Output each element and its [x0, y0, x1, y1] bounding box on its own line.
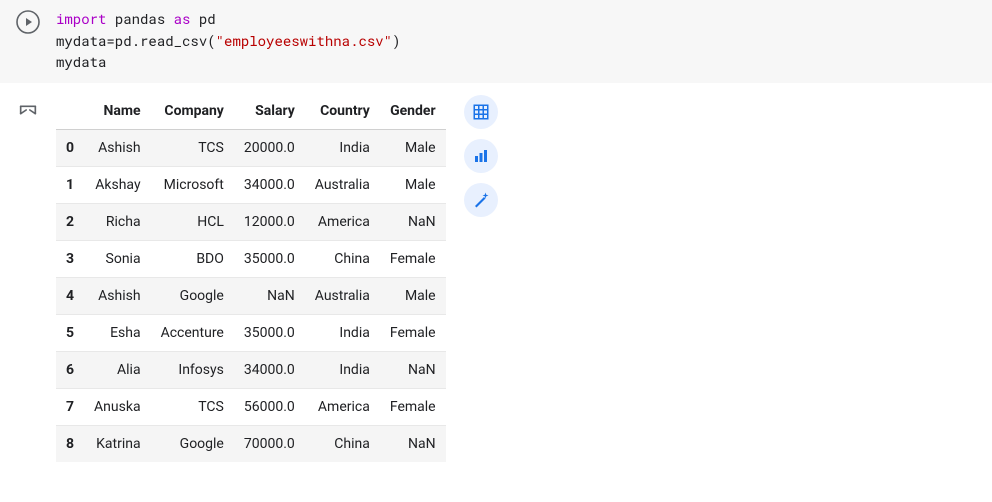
code-input-area: import pandas as pd mydata=pd.read_csv("…: [0, 0, 992, 83]
row-index: 7: [56, 389, 84, 426]
cell: China: [305, 241, 380, 278]
table-row: 6 Alia Infosys 34000.0 India NaN: [56, 352, 446, 389]
table-row: 4 Ashish Google NaN Australia Male: [56, 278, 446, 315]
row-index: 4: [56, 278, 84, 315]
row-index: 5: [56, 315, 84, 352]
cell: Accenture: [151, 315, 234, 352]
cell: America: [305, 204, 380, 241]
cell: Esha: [84, 315, 151, 352]
table-row: 2 Richa HCL 12000.0 America NaN: [56, 204, 446, 241]
variables-icon: [17, 99, 39, 121]
cell: Anuska: [84, 389, 151, 426]
code-text: ): [392, 31, 400, 50]
cell: Richa: [84, 204, 151, 241]
interactive-table-button[interactable]: [464, 95, 498, 129]
cell: Akshay: [84, 167, 151, 204]
cell: India: [305, 315, 380, 352]
run-gutter: [0, 8, 56, 73]
variable-inspector-button[interactable]: [17, 99, 39, 125]
output-area: Name Company Salary Country Gender 0 Ash…: [0, 83, 992, 462]
chart-icon: [472, 147, 490, 165]
cell: HCL: [151, 204, 234, 241]
cell: Ashish: [84, 130, 151, 167]
col-header: Company: [151, 93, 234, 130]
cell: Male: [380, 167, 446, 204]
cell: Female: [380, 241, 446, 278]
cell: 35000.0: [234, 241, 305, 278]
col-header: Name: [84, 93, 151, 130]
cell: NaN: [380, 426, 446, 463]
col-header: Salary: [234, 93, 305, 130]
cell: TCS: [151, 389, 234, 426]
dataframe-table: Name Company Salary Country Gender 0 Ash…: [56, 93, 446, 462]
table-row: 1 Akshay Microsoft 34000.0 Australia Mal…: [56, 167, 446, 204]
cell: Male: [380, 130, 446, 167]
cell: 34000.0: [234, 167, 305, 204]
cell: NaN: [234, 278, 305, 315]
dataframe-actions: [464, 93, 498, 217]
cell: America: [305, 389, 380, 426]
row-index: 3: [56, 241, 84, 278]
code-text: pd: [199, 9, 216, 28]
output-gutter: [0, 93, 56, 462]
table-row: 3 Sonia BDO 35000.0 China Female: [56, 241, 446, 278]
cell: Microsoft: [151, 167, 234, 204]
col-header: Country: [305, 93, 380, 130]
row-index: 1: [56, 167, 84, 204]
cell: TCS: [151, 130, 234, 167]
cell: Alia: [84, 352, 151, 389]
table-header-row: Name Company Salary Country Gender: [56, 93, 446, 130]
magic-suggest-button[interactable]: [464, 183, 498, 217]
row-index: 0: [56, 130, 84, 167]
code-editor[interactable]: import pandas as pd mydata=pd.read_csv("…: [56, 8, 400, 73]
cell: Ashish: [84, 278, 151, 315]
cell: Katrina: [84, 426, 151, 463]
cell: Google: [151, 278, 234, 315]
row-index: 8: [56, 426, 84, 463]
cell: Infosys: [151, 352, 234, 389]
col-header: Gender: [380, 93, 446, 130]
row-index: 2: [56, 204, 84, 241]
cell: Australia: [305, 167, 380, 204]
cell: 20000.0: [234, 130, 305, 167]
cell: 35000.0: [234, 315, 305, 352]
cell: India: [305, 352, 380, 389]
table-row: 5 Esha Accenture 35000.0 India Female: [56, 315, 446, 352]
cell: Female: [380, 389, 446, 426]
cell: BDO: [151, 241, 234, 278]
suggest-chart-button[interactable]: [464, 139, 498, 173]
keyword-as: as: [174, 9, 191, 28]
cell: Google: [151, 426, 234, 463]
index-header: [56, 93, 84, 130]
play-icon: [16, 10, 40, 34]
cell: Female: [380, 315, 446, 352]
cell: 34000.0: [234, 352, 305, 389]
code-text: mydata=pd.read_csv(: [56, 31, 216, 50]
cell: 70000.0: [234, 426, 305, 463]
code-text: mydata: [56, 52, 106, 71]
cell: China: [305, 426, 380, 463]
notebook-cell: import pandas as pd mydata=pd.read_csv("…: [0, 0, 992, 462]
row-index: 6: [56, 352, 84, 389]
code-text: pandas: [115, 9, 165, 28]
string-literal: "employeeswithna.csv": [216, 31, 392, 50]
magic-wand-icon: [472, 191, 490, 209]
cell: 56000.0: [234, 389, 305, 426]
cell: 12000.0: [234, 204, 305, 241]
keyword-import: import: [56, 9, 106, 28]
table-row: 8 Katrina Google 70000.0 China NaN: [56, 426, 446, 463]
cell: Male: [380, 278, 446, 315]
cell: Australia: [305, 278, 380, 315]
cell: NaN: [380, 204, 446, 241]
run-cell-button[interactable]: [16, 10, 40, 34]
cell: NaN: [380, 352, 446, 389]
table-row: 7 Anuska TCS 56000.0 America Female: [56, 389, 446, 426]
cell: India: [305, 130, 380, 167]
table-row: 0 Ashish TCS 20000.0 India Male: [56, 130, 446, 167]
output-body: Name Company Salary Country Gender 0 Ash…: [56, 93, 498, 462]
table-icon: [472, 103, 490, 121]
cell: Sonia: [84, 241, 151, 278]
